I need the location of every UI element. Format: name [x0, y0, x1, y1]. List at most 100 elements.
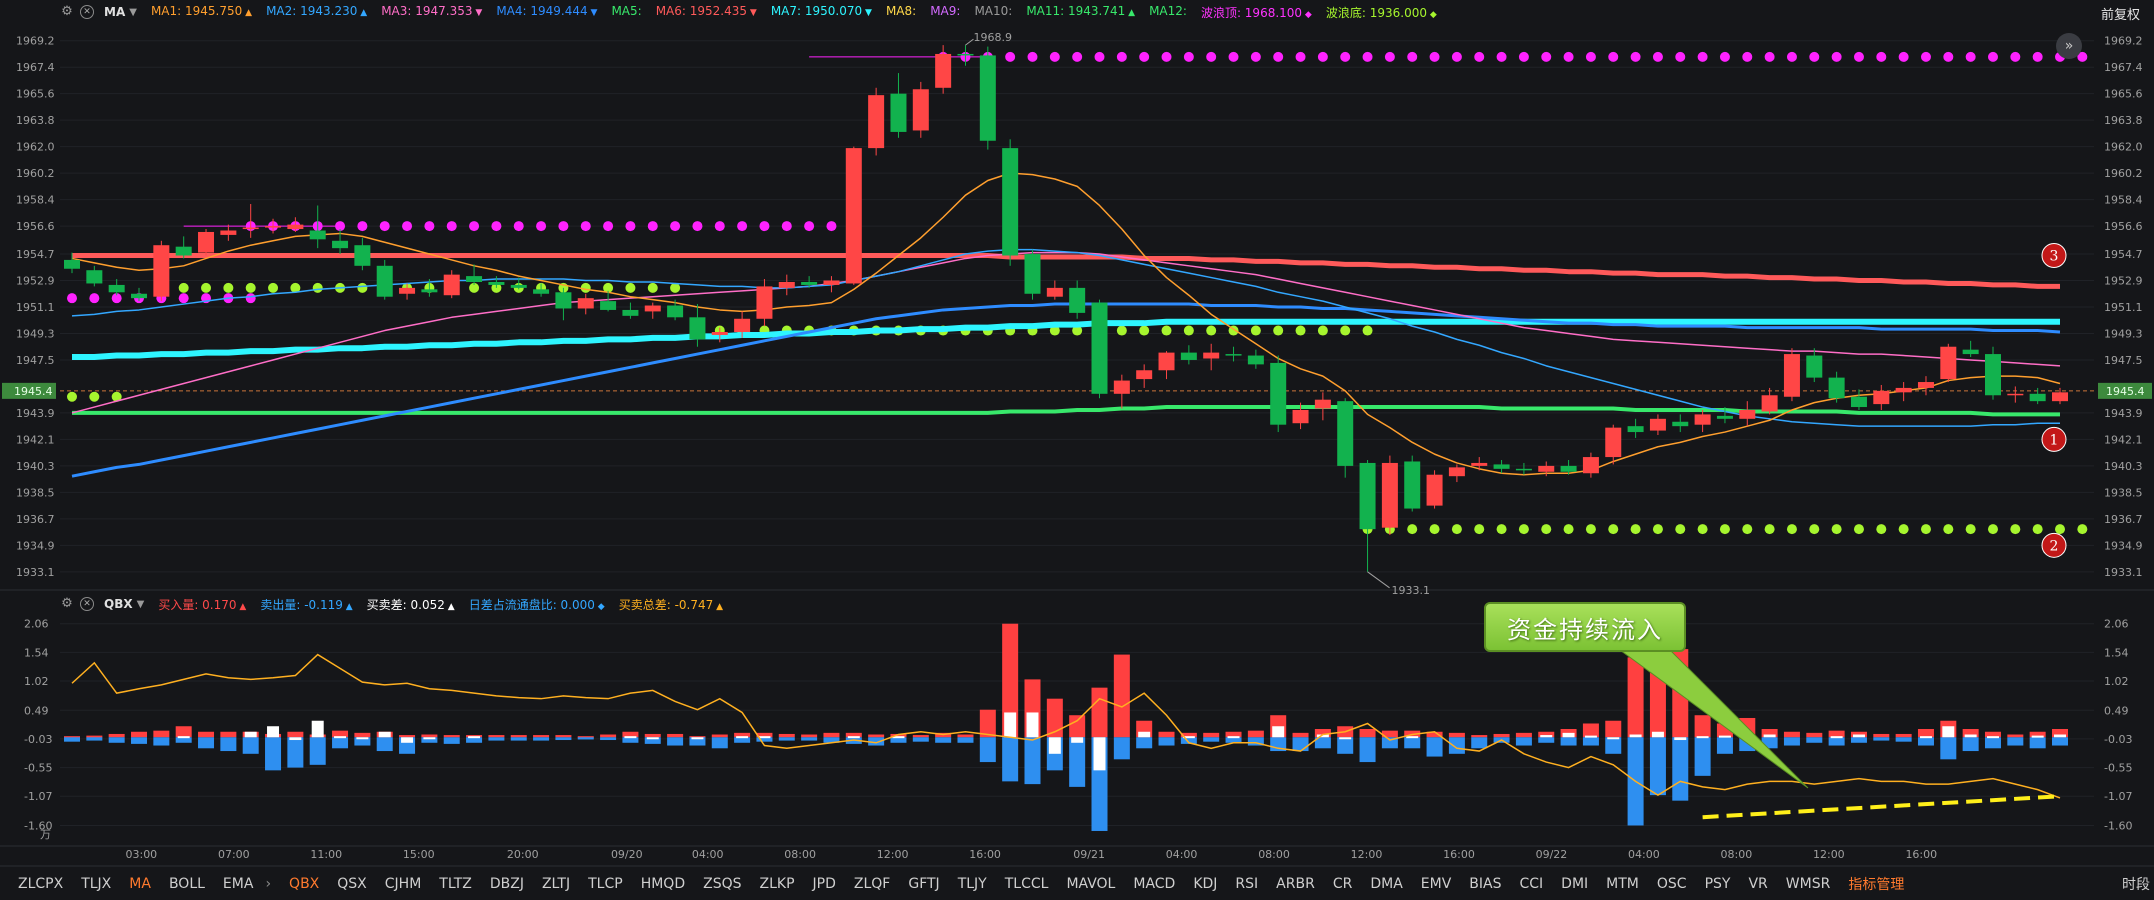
candle-body — [1448, 467, 1465, 477]
tab-qsx[interactable]: QSX — [337, 876, 367, 892]
candle-body — [153, 245, 170, 297]
buy-bar — [1113, 654, 1130, 738]
marker-label: 2 — [2050, 538, 2059, 554]
wave-top-dot — [536, 221, 547, 232]
tab-osc[interactable]: OSC — [1657, 876, 1687, 892]
tab-arbr[interactable]: ARBR — [1276, 876, 1315, 892]
tab-gftj[interactable]: GFTJ — [908, 876, 939, 892]
tab-cr[interactable]: CR — [1333, 876, 1353, 892]
price-axis-label-left: 1933.1 — [16, 566, 55, 579]
tab-hmqd[interactable]: HMQD — [641, 876, 685, 892]
time-axis-label: 08:00 — [1258, 848, 1290, 861]
wave-top-dot — [357, 221, 368, 232]
wave-bottom-dot — [1518, 524, 1529, 535]
wave-bottom-dot — [1161, 325, 1172, 336]
tab-psy[interactable]: PSY — [1705, 876, 1731, 892]
wave-top-dot — [737, 221, 748, 232]
tab-tljy[interactable]: TLJY — [958, 876, 987, 892]
wave-top-dot — [759, 221, 770, 232]
collapse-panel-icon[interactable]: » — [2056, 33, 2082, 59]
wave-top-dot — [1429, 51, 1440, 62]
time-axis-label: 16:00 — [969, 848, 1001, 861]
wave-bottom-dot — [89, 391, 100, 402]
wave-top-dot — [1563, 51, 1574, 62]
tab-wmsr[interactable]: WMSR — [1786, 876, 1831, 892]
wave-top-dot — [1608, 51, 1619, 62]
tab-zlcpx[interactable]: ZLCPX — [18, 876, 63, 892]
tab-zlkp[interactable]: ZLKP — [760, 876, 795, 892]
annotation-callout: 资金持续流入 — [1484, 602, 1686, 652]
diff-bar — [1696, 736, 1709, 739]
time-axis-label: 09/22 — [1536, 848, 1568, 861]
diff-bar — [177, 736, 190, 739]
tab-zsqs[interactable]: ZSQS — [703, 876, 741, 892]
candle-body — [1672, 421, 1689, 427]
chart-canvas[interactable]: 1969.2 1969.2 1967.4 1967.4 1965.6 1965.6 1963… — [0, 0, 2154, 868]
price-axis-label-left: 1960.2 — [16, 167, 55, 180]
tab-bias[interactable]: BIAS — [1469, 876, 1501, 892]
price-axis-label-left: 1947.5 — [16, 354, 55, 367]
diff-bar — [1674, 737, 1687, 741]
wave-top-dot — [580, 221, 591, 232]
candle-body — [1761, 395, 1778, 412]
candle-body — [1046, 287, 1063, 297]
tab-boll[interactable]: BOLL — [169, 876, 205, 892]
tab-ema[interactable]: EMA — [223, 876, 254, 892]
sub-axis-label-right: -1.07 — [2104, 790, 2132, 803]
diff-bar — [423, 737, 436, 740]
candle-body — [332, 240, 349, 249]
wave-top-dot — [1965, 51, 1976, 62]
sub-axis-label-right: -0.03 — [2104, 733, 2132, 746]
tab-kdj[interactable]: KDJ — [1193, 876, 1217, 892]
period-button[interactable]: 时段 — [2122, 874, 2150, 894]
candle-body — [778, 281, 795, 288]
candle-body — [1739, 409, 1756, 419]
tab-cci[interactable]: CCI — [1519, 876, 1543, 892]
candle-body — [309, 230, 326, 240]
candle-body — [421, 289, 438, 293]
tab-mavol[interactable]: MAVOL — [1066, 876, 1115, 892]
buy-bar — [1158, 731, 1175, 738]
tab-指标管理[interactable]: 指标管理 — [1848, 874, 1904, 894]
tab-macd[interactable]: MACD — [1133, 876, 1175, 892]
tab-dma[interactable]: DMA — [1370, 876, 1402, 892]
sell-bar — [2029, 737, 2046, 749]
candle-body — [756, 286, 773, 319]
tab-mtm[interactable]: MTM — [1606, 876, 1639, 892]
tab-dbzj[interactable]: DBZJ — [490, 876, 524, 892]
wave-top-dot — [513, 221, 524, 232]
wave-bottom-dot — [312, 282, 323, 293]
tab-zltj[interactable]: ZLTJ — [542, 876, 570, 892]
buy-bar — [667, 733, 684, 738]
tab-jpd[interactable]: JPD — [813, 876, 836, 892]
price-axis-label-left: 1969.2 — [16, 35, 55, 48]
sell-bar — [1694, 737, 1711, 776]
sell-bar — [1783, 737, 1800, 746]
tab-emv[interactable]: EMV — [1421, 876, 1452, 892]
tab-qbx[interactable]: QBX — [289, 876, 319, 892]
buy-bar — [198, 731, 215, 738]
sell-bar — [153, 737, 170, 746]
tab-vr[interactable]: VR — [1748, 876, 1767, 892]
candle-body — [2052, 392, 2068, 402]
candle-body — [935, 53, 952, 88]
tab-dmi[interactable]: DMI — [1561, 876, 1588, 892]
wave-bottom-dot — [1764, 524, 1775, 535]
time-axis-label: 12:00 — [1813, 848, 1845, 861]
buy-bar — [1069, 715, 1086, 738]
tab-tljx[interactable]: TLJX — [81, 876, 111, 892]
tab-cjhm[interactable]: CJHM — [385, 876, 422, 892]
tab-ma[interactable]: MA — [129, 876, 151, 892]
tab-tltz[interactable]: TLTZ — [439, 876, 472, 892]
chevron-right-icon[interactable]: › — [265, 876, 271, 892]
candle-body — [1783, 354, 1800, 397]
candle-body — [220, 230, 237, 235]
time-axis-label: 04:00 — [1166, 848, 1198, 861]
wave-bottom-dot — [1898, 524, 1909, 535]
tab-zlqf[interactable]: ZLQF — [854, 876, 890, 892]
price-axis-label-right: 1936.7 — [2104, 513, 2143, 526]
sell-bar — [957, 737, 974, 743]
tab-rsi[interactable]: RSI — [1235, 876, 1258, 892]
tab-tlccl[interactable]: TLCCL — [1005, 876, 1049, 892]
tab-tlcp[interactable]: TLCP — [588, 876, 623, 892]
